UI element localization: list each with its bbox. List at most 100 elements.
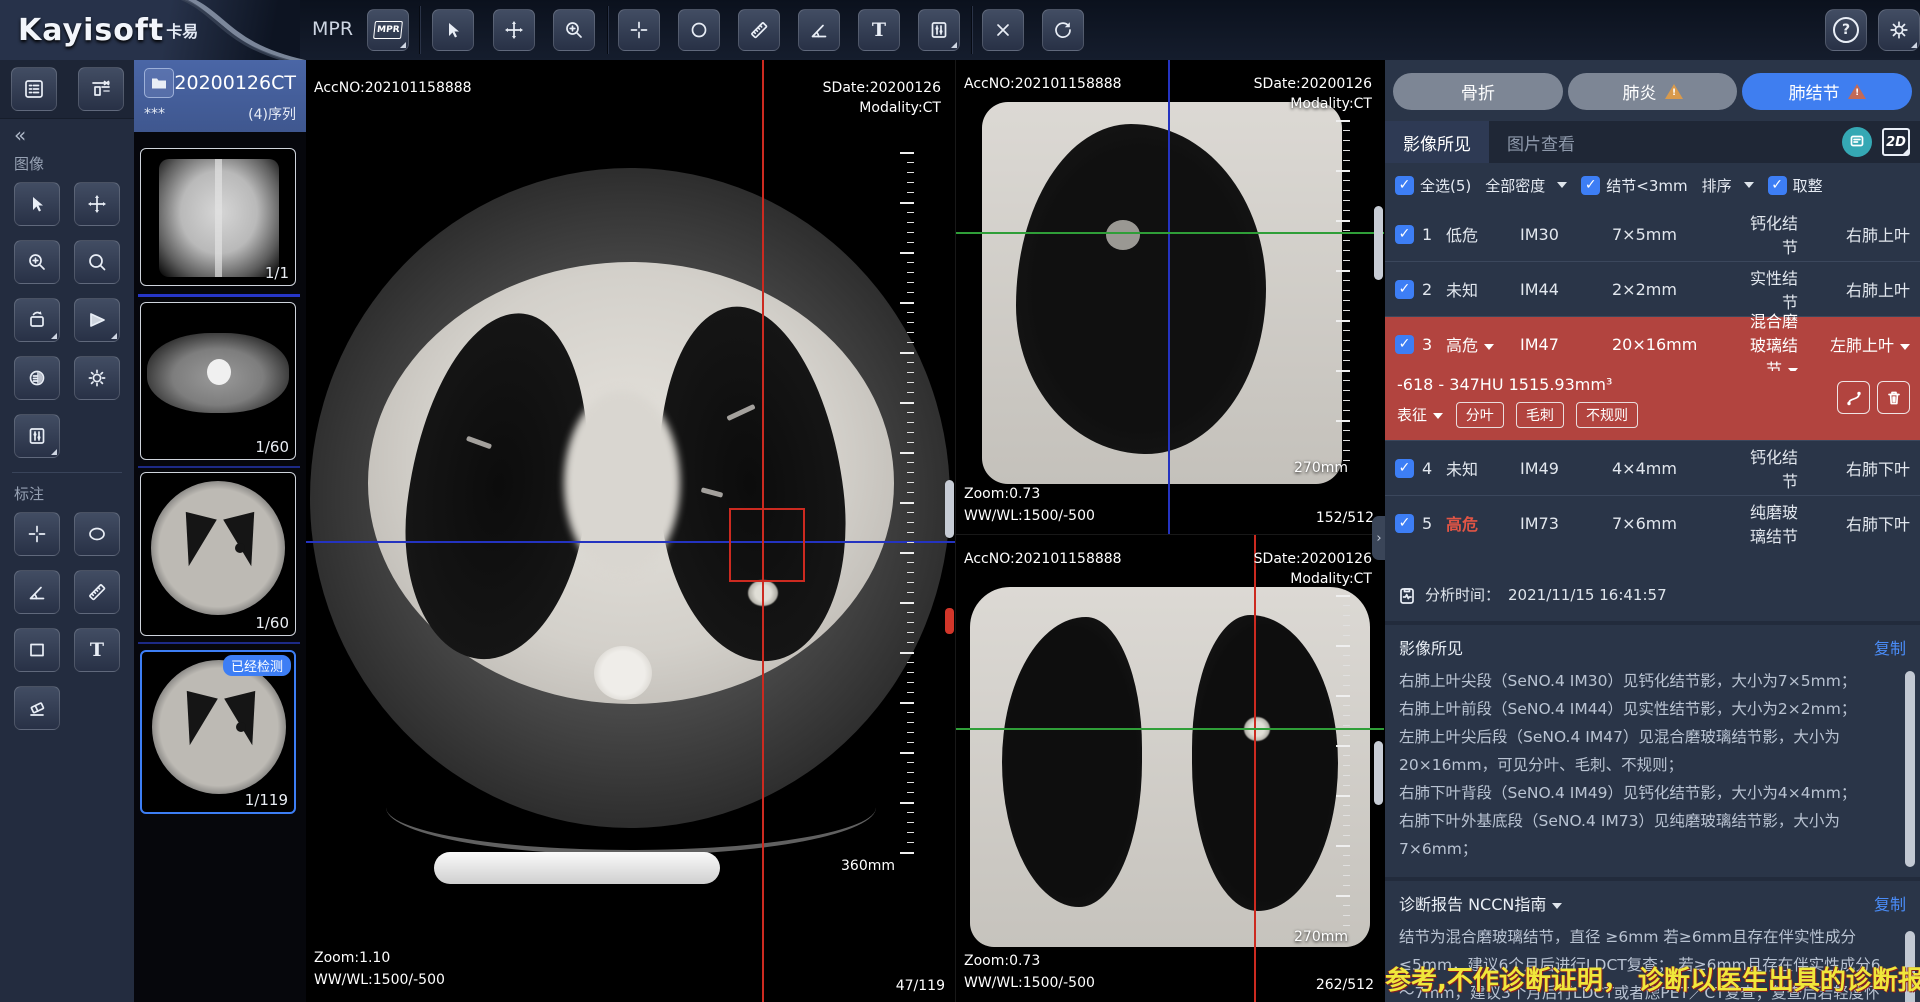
rotate-icon — [27, 310, 47, 330]
sliders-icon — [929, 20, 949, 40]
close-icon — [993, 20, 1013, 40]
window-level-button[interactable] — [14, 414, 60, 458]
mode-pneumonia[interactable]: 肺炎 ! — [1568, 73, 1738, 110]
mpr-crosshair-horizontal[interactable] — [956, 232, 1384, 234]
sagittal-viewport[interactable]: 270mm AccNO:202101158888 SDate:20200126 … — [956, 60, 1384, 535]
checkbox-checked[interactable]: ✓ — [1395, 459, 1414, 478]
left-tool-rail: « 图像 标注 T — [0, 60, 134, 1002]
rail-collapse-button[interactable]: « — [0, 119, 134, 147]
nodule-row-5[interactable]: ✓ 5 高危 IM73 7×6mm 纯磨玻璃结节 右肺下叶 — [1385, 496, 1920, 550]
filter-sort-dropdown[interactable]: 排序 — [1702, 175, 1754, 196]
slice-scrollbar-handle[interactable] — [1374, 206, 1383, 280]
close-layout-button[interactable] — [78, 67, 124, 111]
series-list-button[interactable] — [11, 67, 57, 111]
study-header[interactable]: 20200126CT *** (4)序列 — [134, 60, 306, 132]
feature-chip[interactable]: 不规则 — [1576, 402, 1638, 428]
select-tool-button[interactable] — [432, 9, 474, 51]
tab-image-findings[interactable]: 影像所见 — [1385, 121, 1489, 163]
slice-scrollbar-handle[interactable] — [945, 480, 954, 538]
toolbar-separator — [419, 6, 420, 54]
report-title[interactable]: 诊断报告 NCCN指南 — [1399, 891, 1562, 915]
zoom-tool-button[interactable] — [553, 9, 595, 51]
flip-cine-button[interactable] — [74, 298, 120, 342]
mpr-crosshair-horizontal[interactable] — [306, 541, 955, 543]
risk-dropdown[interactable]: 高危 — [1446, 332, 1520, 356]
measure-tool-button[interactable] — [74, 570, 120, 614]
delete-nodule-button[interactable] — [1877, 381, 1910, 414]
nodule-position-tick[interactable] — [945, 608, 954, 634]
slice-scrollbar-handle[interactable] — [1374, 741, 1383, 805]
invert-tool-button[interactable] — [14, 356, 60, 400]
nodule-row-4[interactable]: ✓ 4 未知 IM49 4×4mm 钙化结节 右肺下叶 — [1385, 441, 1920, 496]
thumbnail-series-3[interactable]: 1/60 — [140, 472, 296, 636]
tab-picture-view[interactable]: 图片查看 — [1489, 121, 1593, 163]
crosshair-tool-button[interactable] — [618, 9, 660, 51]
ellipse-tool-button[interactable] — [74, 512, 120, 556]
magnify-tool-button[interactable] — [74, 240, 120, 284]
features-dropdown[interactable]: 表征 — [1397, 406, 1448, 424]
eraser-tool-button[interactable] — [14, 686, 60, 730]
pan-tool-button[interactable] — [74, 182, 120, 226]
mode-fracture[interactable]: 骨折 — [1393, 73, 1563, 110]
checkbox-checked[interactable]: ✓ — [1395, 225, 1414, 244]
2d-view-icon[interactable]: 2D — [1882, 128, 1910, 156]
settings-button[interactable] — [1878, 9, 1920, 51]
checkbox-checked[interactable]: ✓ — [1395, 514, 1414, 533]
copy-findings-link[interactable]: 复制 — [1874, 635, 1906, 659]
angle-tool-button[interactable] — [14, 570, 60, 614]
angle-tool-button[interactable] — [798, 9, 840, 51]
select-tool-button[interactable] — [14, 182, 60, 226]
mpr-layout-button[interactable]: MPR — [367, 9, 409, 51]
checkbox-checked[interactable]: ✓ — [1395, 280, 1414, 299]
type-dropdown[interactable]: 混合磨玻璃结节 — [1738, 308, 1798, 380]
measure-tool-button[interactable] — [738, 9, 780, 51]
nodule-row-3-selected[interactable]: ✓ 3 高危 IM47 20×16mm 混合磨玻璃结节 左肺上叶 — [1385, 317, 1920, 371]
feature-chip[interactable]: 毛刺 — [1516, 402, 1564, 428]
thumbnail-series-2[interactable]: 1/60 — [140, 302, 296, 460]
report-bubble-icon[interactable] — [1842, 127, 1872, 157]
location-dropdown[interactable]: 左肺上叶 — [1798, 332, 1910, 356]
mpr-crosshair-vertical[interactable] — [1168, 60, 1170, 534]
checkbox-checked[interactable]: ✓ — [1768, 176, 1787, 195]
nodule-roi-box[interactable] — [729, 508, 805, 582]
checkbox-checked[interactable]: ✓ — [1581, 176, 1600, 195]
checkbox-checked[interactable]: ✓ — [1395, 335, 1414, 354]
nodule-row-2[interactable]: ✓ 2 未知 IM44 2×2mm 实性结节 右肺上叶 — [1385, 262, 1920, 317]
mpr-crosshair-vertical[interactable] — [1254, 535, 1256, 1002]
text-tool-button[interactable]: T — [74, 628, 120, 672]
thumbnail-scout[interactable]: 1/1 — [140, 148, 296, 286]
nodule-hu-volume: -618 - 347HU 1515.93mm³ — [1397, 375, 1908, 394]
adjust-tool-button[interactable] — [918, 9, 960, 51]
feature-chip[interactable]: 分叶 — [1456, 402, 1504, 428]
rotate-tool-button[interactable] — [14, 298, 60, 342]
filter-select-all[interactable]: ✓ 全选(5) — [1395, 175, 1471, 196]
crosshair-tool-button[interactable] — [14, 512, 60, 556]
locate-route-button[interactable] — [1837, 381, 1870, 414]
right-panel-collapse-handle[interactable]: › — [1372, 516, 1386, 560]
copy-report-link[interactable]: 复制 — [1874, 891, 1906, 915]
mpr-crosshair-horizontal[interactable] — [956, 728, 1384, 730]
coronal-viewport[interactable]: 270mm AccNO:202101158888 SDate:20200126 … — [956, 535, 1384, 1002]
axial-viewport[interactable]: 360mm AccNO:202101158888 SDate:20200126 … — [306, 60, 956, 1002]
filter-round[interactable]: ✓ 取整 — [1768, 175, 1823, 196]
zoom-in-tool-button[interactable] — [14, 240, 60, 284]
brightness-tool-button[interactable] — [74, 356, 120, 400]
panel-tabs: 影像所见 图片查看 2D — [1385, 121, 1920, 163]
delete-annotation-button[interactable] — [982, 9, 1024, 51]
checkbox-checked[interactable]: ✓ — [1395, 176, 1414, 195]
mode-lung-nodule[interactable]: 肺结节 ! — [1742, 73, 1912, 110]
rectangle-tool-button[interactable] — [14, 628, 60, 672]
folder-icon[interactable] — [144, 68, 174, 98]
text-tool-button[interactable]: T — [858, 9, 900, 51]
chevron-down-icon — [1552, 903, 1562, 909]
scale-label: 270mm — [1294, 458, 1348, 478]
findings-scrollbar[interactable] — [1905, 671, 1915, 867]
filter-small-nodule[interactable]: ✓ 结节<3mm — [1581, 175, 1687, 196]
pan-tool-button[interactable] — [493, 9, 535, 51]
ellipse-tool-button[interactable] — [678, 9, 720, 51]
nodule-row-1[interactable]: ✓ 1 低危 IM30 7×5mm 钙化结节 右肺上叶 — [1385, 207, 1920, 262]
help-button[interactable]: ? — [1825, 9, 1867, 51]
filter-density-dropdown[interactable]: 全部密度 — [1485, 175, 1567, 196]
reset-button[interactable] — [1042, 9, 1084, 51]
thumbnail-series-4-selected[interactable]: 已经检测 1/119 — [140, 650, 296, 814]
